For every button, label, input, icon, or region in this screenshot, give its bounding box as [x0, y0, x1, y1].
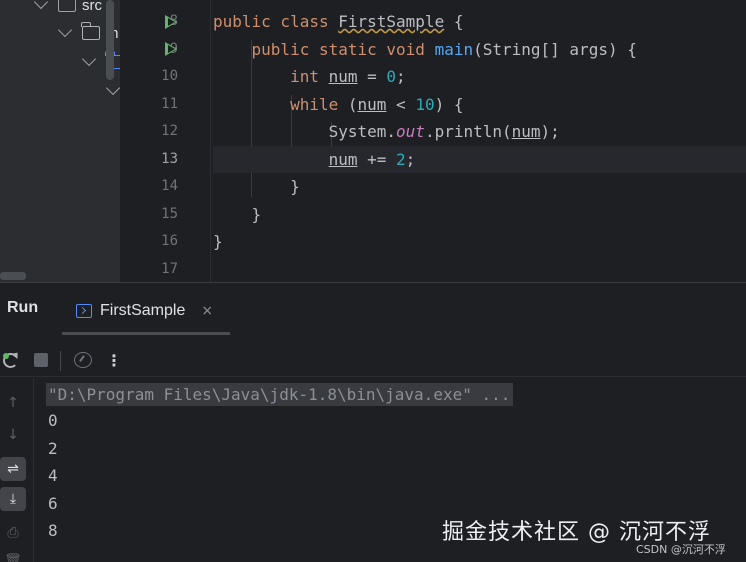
- console-output-line: 6: [48, 493, 58, 513]
- folder-icon: [58, 0, 76, 12]
- code-token: num: [357, 94, 387, 114]
- soft-wrap-icon[interactable]: ⇌: [0, 457, 26, 481]
- scroll-up-icon[interactable]: ↑: [0, 391, 26, 415]
- stop-icon: [34, 353, 48, 367]
- line-number: 11: [161, 95, 178, 112]
- console-output-line: 0: [48, 411, 58, 430]
- code-token: out: [396, 122, 425, 141]
- line-number: 12: [161, 123, 178, 139]
- stop-button[interactable]: [29, 348, 53, 372]
- tree-item-label: src: [82, 0, 102, 14]
- console-output-line: 2: [48, 438, 58, 458]
- code-token: (: [347, 94, 358, 114]
- line-number-gutter: 8 9 10 11 12 13 14 15 16 17: [120, 0, 210, 282]
- line-number: 13: [161, 150, 178, 167]
- code-token: num: [328, 67, 358, 86]
- console-command-line: "D:\Program Files\Java\jdk-1.8\bin\java.…: [46, 383, 514, 406]
- code-token: (String[] args) {: [473, 39, 637, 59]
- scroll-down-icon[interactable]: ↓: [0, 423, 26, 447]
- gauge-icon: [74, 352, 92, 368]
- code-token: }: [213, 204, 262, 224]
- code-token: public class: [213, 12, 339, 31]
- code-token: +=: [357, 149, 397, 169]
- trash-icon[interactable]: 🗑: [0, 549, 26, 562]
- project-tree: src m: [0, 0, 120, 282]
- code-token: public static void: [213, 39, 435, 59]
- code-line[interactable]: int num = 0;: [213, 63, 746, 91]
- code-token: );: [540, 122, 560, 141]
- code-line[interactable]: }: [213, 173, 746, 201]
- line-number: 16: [161, 233, 178, 249]
- code-token: ;: [396, 67, 406, 86]
- code-token: while: [213, 94, 348, 114]
- code-token: int: [213, 67, 329, 86]
- tree-item-java[interactable]: [81, 49, 120, 75]
- rerun-button[interactable]: [0, 348, 22, 372]
- code-token: FirstSample: [338, 12, 445, 31]
- print-icon[interactable]: ⎙: [0, 521, 26, 545]
- code-line[interactable]: }: [213, 228, 746, 256]
- console-side-toolbar: ↑ ↓ ⇌ ⤓ ⎙ 🗑: [0, 379, 34, 562]
- code-token: .println(: [424, 122, 512, 141]
- watermark-small: CSDN @沉河不浮: [636, 543, 726, 556]
- tree-vertical-scrollbar[interactable]: [106, 0, 114, 80]
- code-token: }: [213, 232, 223, 251]
- more-options-button[interactable]: ⋮: [102, 348, 126, 372]
- code-line[interactable]: [213, 256, 746, 283]
- line-number: 10: [161, 68, 178, 84]
- chevron-down-icon: [33, 0, 49, 10]
- run-toolbar: ⋮: [0, 343, 746, 377]
- folder-icon: [81, 22, 100, 40]
- profiler-button[interactable]: [71, 348, 95, 372]
- run-header: Run FirstSample ×: [0, 283, 746, 335]
- gutter-divider: [210, 0, 211, 282]
- running-indicator: [3, 353, 9, 359]
- line-number: 15: [161, 205, 178, 222]
- line-number: 17: [161, 260, 178, 277]
- code-token: ) {: [434, 94, 464, 114]
- code-token: <: [386, 94, 416, 114]
- code-line[interactable]: num += 2;: [213, 145, 746, 173]
- code-token: num: [511, 122, 541, 141]
- chevron-down-icon: [57, 22, 73, 38]
- code-line[interactable]: }: [213, 201, 746, 229]
- code-token: }: [213, 177, 300, 196]
- run-gutter-icon[interactable]: [165, 14, 177, 29]
- code-editor[interactable]: 8 9 10 11 12 13 14 15 16 17 public class FirstSam…: [120, 0, 746, 282]
- code-line[interactable]: System.out.println(num);: [213, 118, 746, 146]
- code-line[interactable]: while (num < 10) {: [213, 91, 746, 119]
- code-line[interactable]: public static void main(String[] args) {: [213, 36, 746, 64]
- console-icon: [76, 303, 92, 318]
- console-output-line: 4: [48, 466, 58, 485]
- code-token: ;: [405, 149, 416, 169]
- tree-item-package[interactable]: [105, 78, 120, 104]
- tree-horizontal-scrollbar[interactable]: [0, 272, 26, 280]
- toolbar-separator: [60, 351, 61, 371]
- run-gutter-icon[interactable]: [165, 42, 177, 57]
- code-token: num: [328, 149, 358, 169]
- code-token: System.: [213, 122, 397, 141]
- code-token: main: [434, 39, 474, 59]
- code-token: {: [444, 12, 464, 31]
- run-panel-title: Run: [7, 299, 39, 316]
- code-line[interactable]: public class FirstSample {: [213, 8, 746, 36]
- tree-item-src[interactable]: src: [33, 0, 102, 18]
- scroll-to-end-icon[interactable]: ⤓: [0, 487, 26, 511]
- chevron-down-icon: [81, 51, 97, 67]
- code-token: 2: [396, 149, 406, 169]
- chevron-down-icon: [105, 80, 120, 96]
- console-output-line: 8: [48, 521, 58, 540]
- code-token: 10: [415, 94, 435, 114]
- code-token: 0: [386, 67, 397, 86]
- code-token: =: [357, 67, 387, 86]
- tab-label: FirstSample: [100, 301, 186, 319]
- close-icon[interactable]: ×: [201, 303, 213, 319]
- code-area[interactable]: public class FirstSample { public static…: [213, 0, 746, 282]
- line-number: 14: [161, 178, 178, 194]
- tab-first-sample[interactable]: FirstSample ×: [62, 289, 230, 335]
